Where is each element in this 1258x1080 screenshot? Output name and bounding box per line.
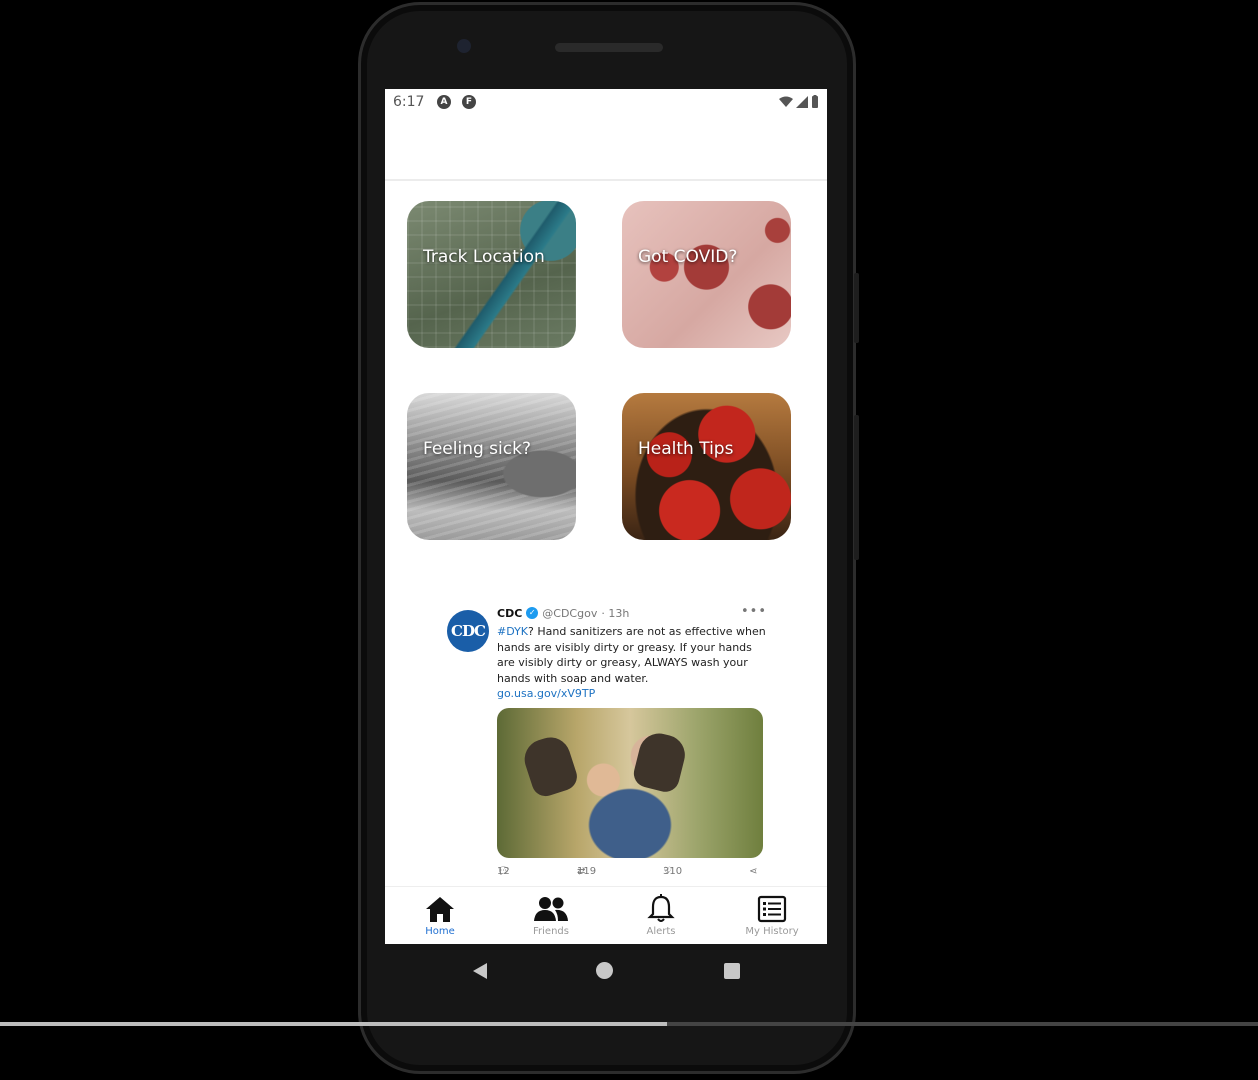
friends-icon bbox=[534, 897, 568, 921]
video-progress-fill bbox=[0, 1022, 667, 1026]
more-options-icon[interactable]: ••• bbox=[741, 604, 767, 619]
tweet-header: CDC ✓ @CDCgov · 13h ••• bbox=[497, 604, 767, 622]
tweet-text: #DYK? Hand sanitizers are not as effecti… bbox=[497, 624, 767, 686]
tweet-author[interactable]: CDC bbox=[497, 607, 522, 620]
avatar[interactable]: CDC bbox=[447, 610, 489, 652]
earpiece-speaker bbox=[555, 43, 663, 52]
like-count: 310 bbox=[663, 866, 683, 877]
status-time: 6:17 bbox=[393, 94, 425, 110]
list-icon bbox=[757, 895, 787, 923]
signal-icon bbox=[796, 95, 808, 108]
tile-label: Health Tips bbox=[638, 439, 734, 459]
share-icon: ⋖ bbox=[749, 866, 758, 877]
back-button[interactable] bbox=[473, 963, 487, 979]
bottom-navigation: Home Friends Alerts My History bbox=[385, 886, 827, 944]
tile-label: Track Location bbox=[423, 247, 545, 267]
header-divider bbox=[385, 179, 827, 181]
nav-item-my-history[interactable]: My History bbox=[727, 893, 817, 937]
nav-item-alerts[interactable]: Alerts bbox=[616, 893, 706, 937]
wifi-icon bbox=[779, 96, 793, 107]
hashtag-link[interactable]: #DYK bbox=[497, 625, 528, 638]
got-covid-tile[interactable]: Got COVID? bbox=[622, 201, 791, 348]
tweet-actions: 💬︎ 12 ⇄ 119 ♡ 310 ⋖ bbox=[497, 866, 767, 882]
nav-label: Friends bbox=[533, 926, 569, 937]
nav-label: My History bbox=[745, 926, 799, 937]
home-icon bbox=[426, 897, 454, 922]
system-navigation-bar bbox=[385, 944, 827, 996]
home-button[interactable] bbox=[596, 962, 613, 979]
volume-button bbox=[854, 415, 859, 560]
tweet-body: CDC ✓ @CDCgov · 13h ••• #DYK? Hand sanit… bbox=[497, 604, 767, 882]
feeling-sick-tile[interactable]: Feeling sick? bbox=[407, 393, 576, 540]
f-badge-icon: F bbox=[462, 95, 476, 109]
recents-button[interactable] bbox=[724, 963, 740, 979]
nav-label: Home bbox=[425, 926, 455, 937]
reply-count: 12 bbox=[497, 866, 510, 877]
battery-icon bbox=[812, 95, 818, 108]
a-badge-icon: A bbox=[437, 95, 451, 109]
health-tips-tile[interactable]: Health Tips bbox=[622, 393, 791, 540]
nav-label: Alerts bbox=[646, 926, 676, 937]
tweet-time: · 13h bbox=[601, 606, 630, 620]
app-screen: 6:17 A F Track Location Got COVID? Feeli… bbox=[385, 89, 827, 944]
tweet-url-link[interactable]: go.usa.gov/xV9TP bbox=[497, 687, 767, 700]
bell-icon bbox=[647, 894, 675, 922]
front-camera bbox=[457, 39, 471, 53]
track-location-tile[interactable]: Track Location bbox=[407, 201, 576, 348]
tweet-message: ? Hand sanitizers are not as effective w… bbox=[497, 625, 766, 685]
left-hand-shape bbox=[519, 732, 581, 800]
retweet-count: 119 bbox=[577, 866, 597, 877]
tile-label: Got COVID? bbox=[638, 247, 738, 267]
nav-item-friends[interactable]: Friends bbox=[506, 893, 596, 937]
verified-icon: ✓ bbox=[526, 607, 539, 619]
power-button bbox=[854, 273, 859, 343]
tile-label: Feeling sick? bbox=[423, 439, 531, 459]
video-progress-bar[interactable] bbox=[0, 1022, 1258, 1026]
nav-item-home[interactable]: Home bbox=[395, 893, 485, 937]
tweet-handle[interactable]: @CDCgov bbox=[542, 607, 597, 620]
tweet-photo[interactable] bbox=[497, 708, 763, 858]
status-bar: 6:17 A F bbox=[385, 89, 827, 115]
right-hand-shape bbox=[630, 729, 690, 795]
